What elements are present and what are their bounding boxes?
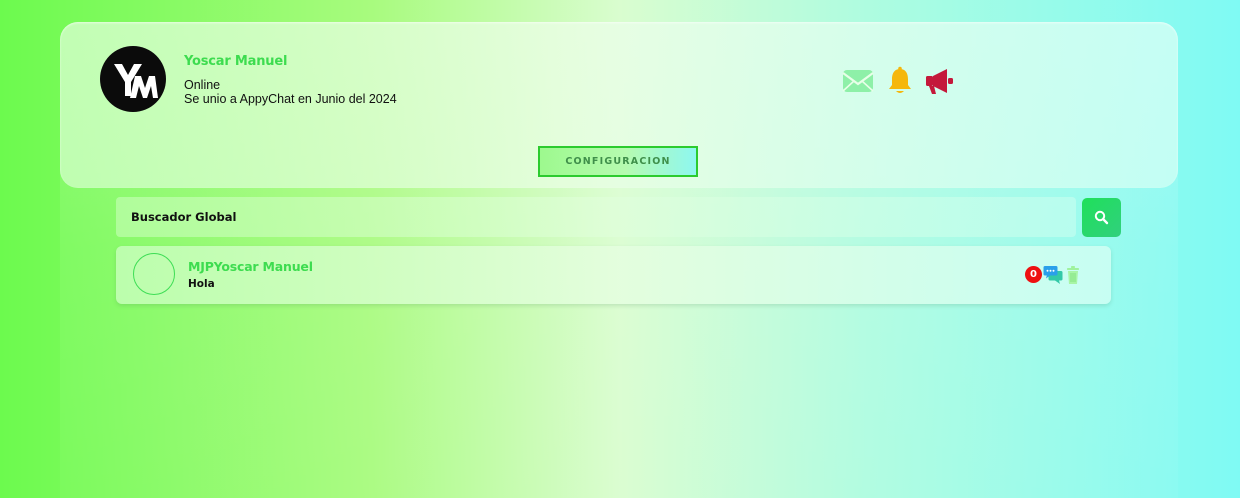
avatar-initials-logo: [114, 64, 158, 98]
chat-contact-name: MJPYoscar Manuel: [188, 259, 313, 274]
search-icon: [1094, 210, 1109, 225]
megaphone-icon[interactable]: [923, 64, 957, 98]
user-name: Yoscar Manuel: [184, 54, 288, 69]
trash-icon[interactable]: [1066, 265, 1080, 285]
chat-bubbles-icon[interactable]: [1043, 265, 1063, 285]
bell-icon[interactable]: [883, 64, 917, 98]
profile-header: Yoscar Manuel Online Se unio a AppyChat …: [60, 22, 1178, 188]
profile-avatar[interactable]: [100, 46, 166, 112]
chat-list-item[interactable]: MJPYoscar Manuel Hola 0: [116, 246, 1111, 304]
global-search-input[interactable]: [116, 197, 1076, 237]
user-joined-date: Se unio a AppyChat en Junio del 2024: [184, 92, 397, 106]
unread-count-badge: 0: [1025, 266, 1042, 283]
search-button[interactable]: [1082, 198, 1121, 237]
mail-icon[interactable]: [841, 64, 875, 98]
config-button[interactable]: CONFIGURACION: [538, 146, 698, 177]
chat-avatar: [133, 253, 175, 295]
chat-last-message: Hola: [188, 278, 215, 290]
user-status: Online: [184, 78, 221, 92]
